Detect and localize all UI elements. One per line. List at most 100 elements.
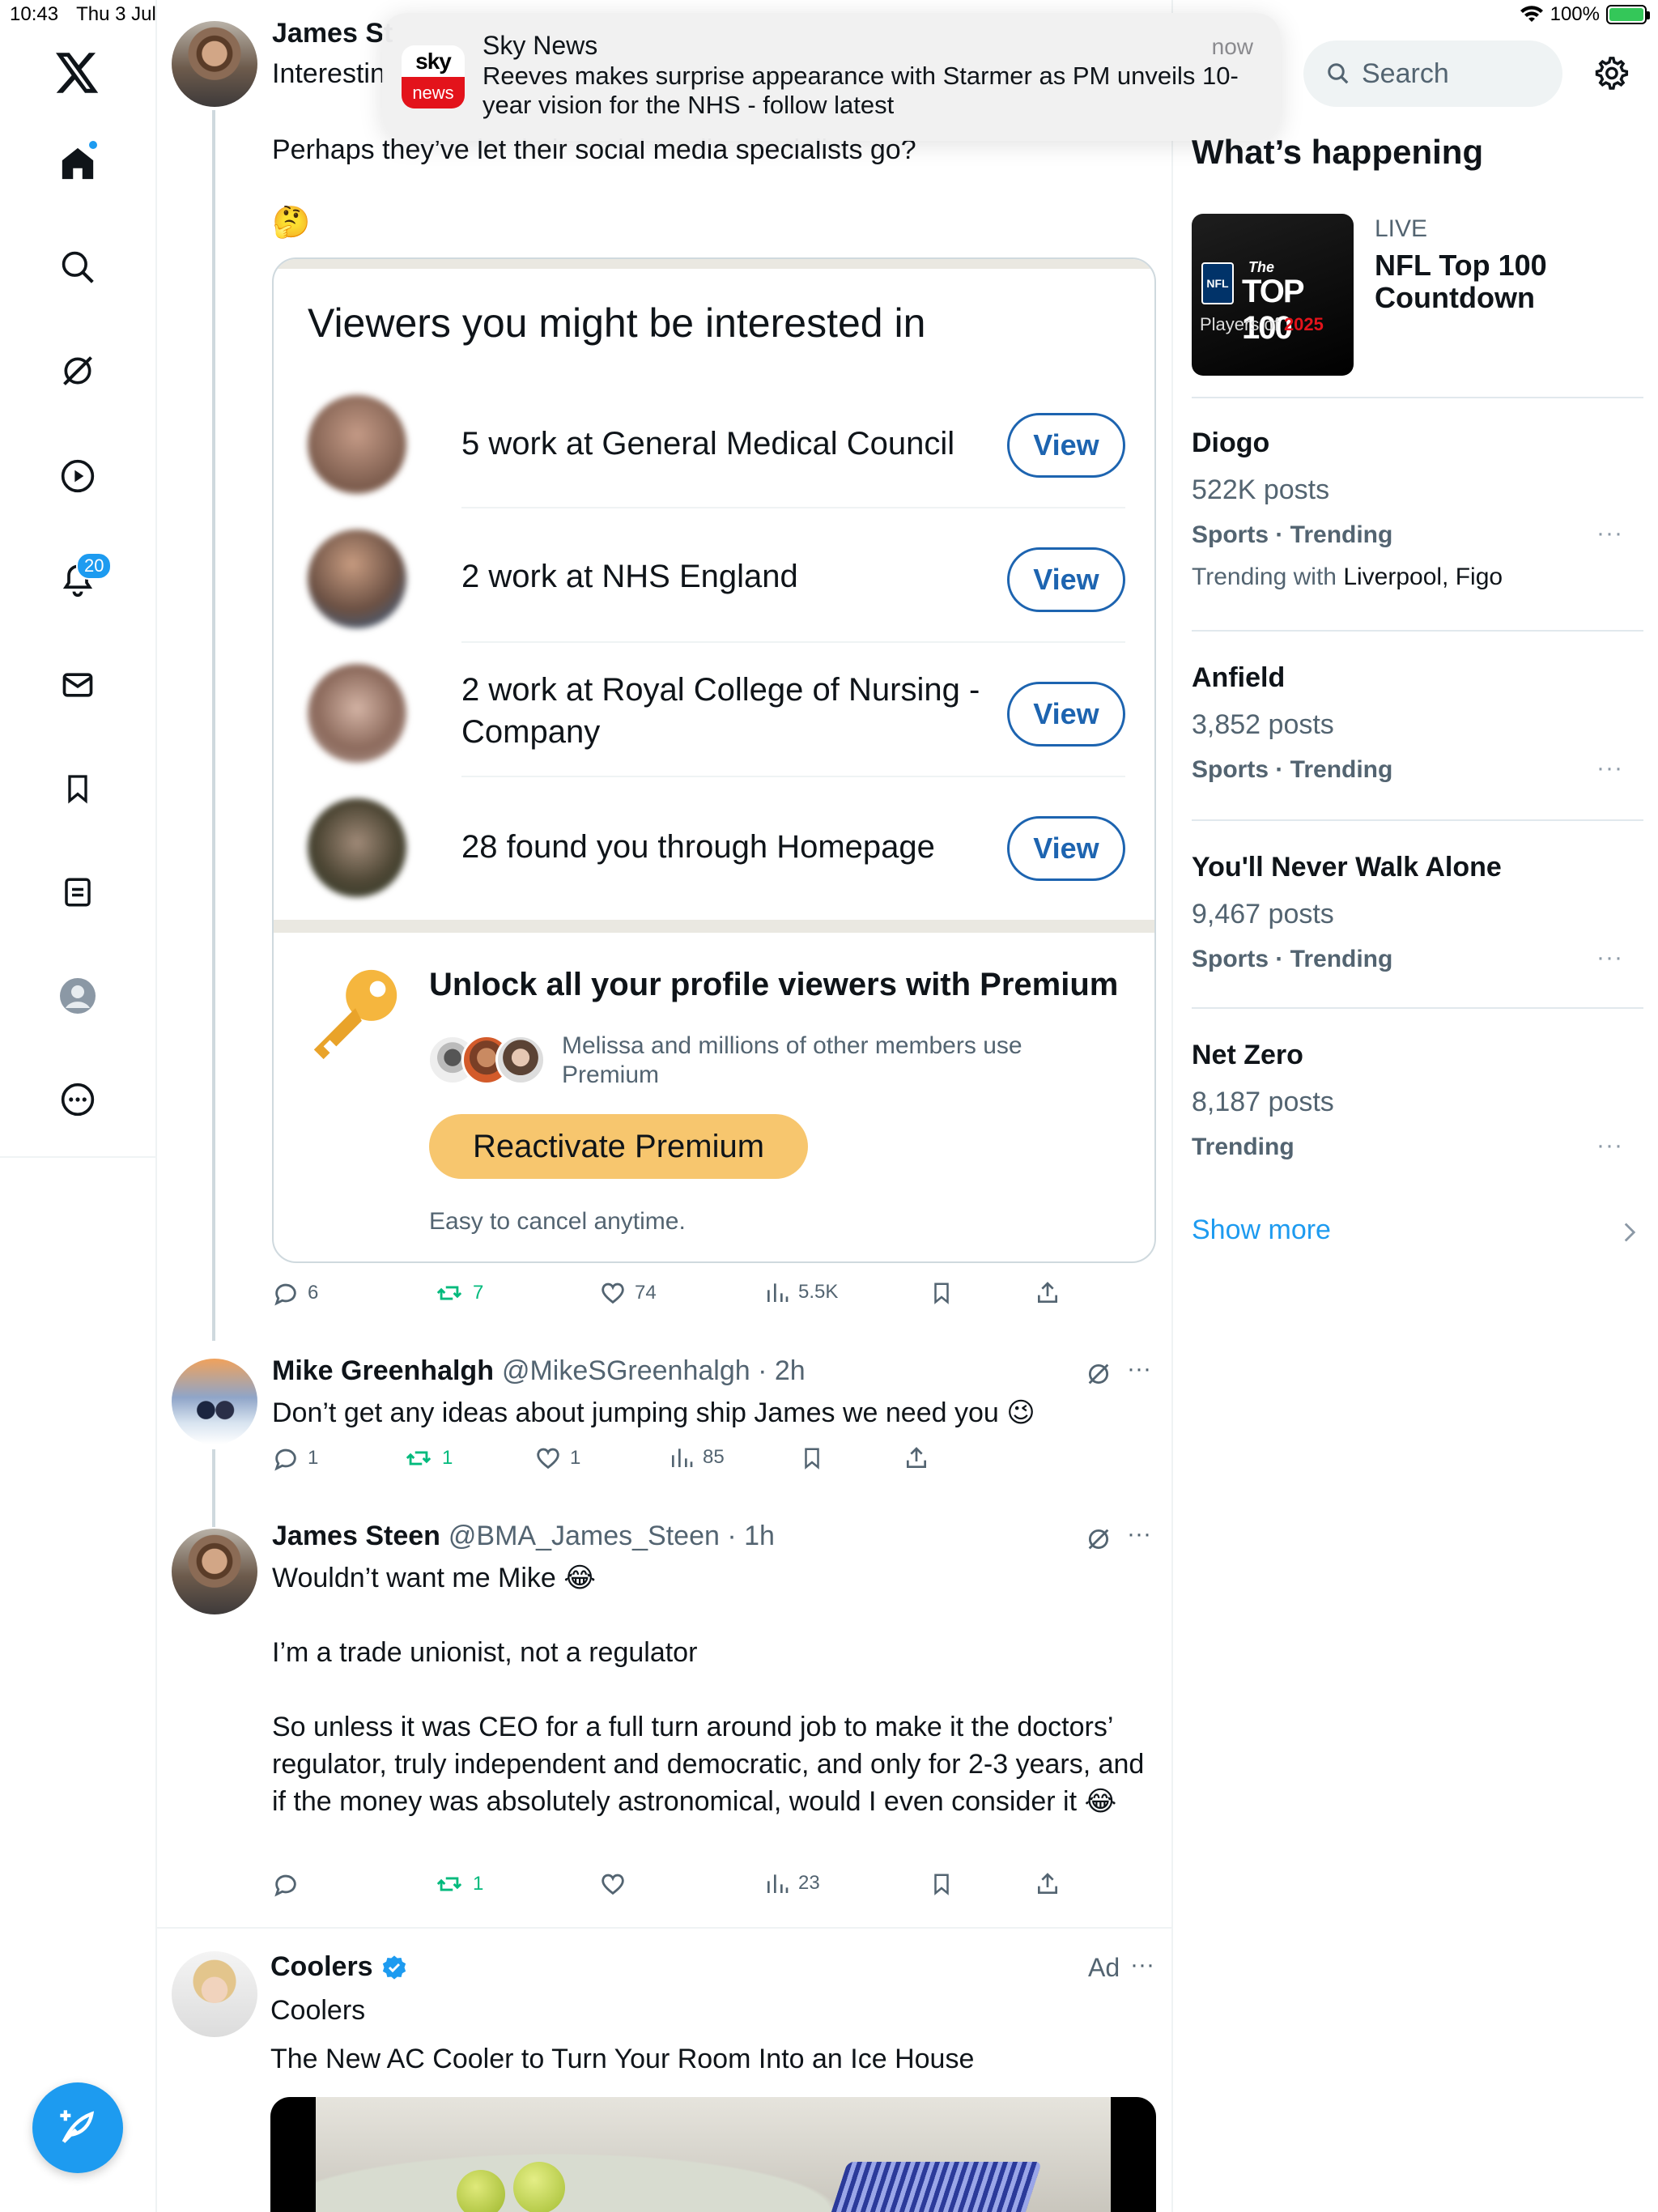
- heart-icon: [537, 1448, 559, 1470]
- trend-title[interactable]: Net Zero: [1192, 1040, 1303, 1071]
- post-more-icon[interactable]: ···: [1127, 1355, 1151, 1383]
- push-notification[interactable]: sky news Sky News now Reeves makes surpr…: [382, 13, 1281, 141]
- repost-action[interactable]: 1: [434, 1870, 483, 1898]
- left-column-divider: [155, 0, 157, 2212]
- reply-author-name[interactable]: Mike Greenhalgh: [272, 1355, 494, 1387]
- trend-more-icon[interactable]: ···: [1596, 1132, 1623, 1159]
- grok-icon[interactable]: [1085, 1360, 1112, 1388]
- grok-icon[interactable]: [1085, 1525, 1112, 1553]
- notification-time: now: [1211, 34, 1253, 59]
- repost-action[interactable]: 1: [403, 1444, 453, 1472]
- views-count: 85: [703, 1446, 725, 1468]
- author-avatar[interactable]: [172, 21, 257, 107]
- video-play-icon[interactable]: [53, 452, 102, 500]
- bookmarks-icon[interactable]: [53, 764, 102, 813]
- trend-title[interactable]: Anfield: [1192, 662, 1285, 694]
- viewer-row[interactable]: 28 found you through Homepage View: [308, 777, 1125, 912]
- nfl-live-thumbnail[interactable]: NFL The TOP 100 Players of 2025: [1192, 214, 1354, 376]
- chevron-right-icon[interactable]: [1622, 1221, 1637, 1244]
- views-count: 23: [798, 1872, 820, 1894]
- reply-author-handle[interactable]: @BMA_James_Steen · 1h: [449, 1521, 775, 1552]
- share-action[interactable]: [1035, 1870, 1061, 1898]
- card-top-bar: [274, 259, 1154, 269]
- reply-header: James Steen @BMA_James_Steen · 1h: [272, 1521, 775, 1552]
- like-action[interactable]: 74: [599, 1279, 657, 1307]
- ad-account-name[interactable]: Coolers: [270, 1951, 373, 1983]
- post-more-icon[interactable]: ···: [1130, 1951, 1154, 1979]
- share-action[interactable]: [903, 1444, 929, 1472]
- reply-author-name[interactable]: James Steen: [272, 1521, 440, 1552]
- repost-icon: [436, 1877, 462, 1891]
- views-action[interactable]: 5.5K: [764, 1279, 838, 1305]
- trend-more-icon[interactable]: ···: [1596, 944, 1623, 972]
- reply-action[interactable]: [272, 1870, 300, 1898]
- like-action[interactable]: 1: [534, 1444, 580, 1472]
- explore-search-icon[interactable]: [53, 243, 102, 291]
- post-more-icon[interactable]: ···: [1127, 1521, 1151, 1548]
- like-count: 74: [635, 1282, 657, 1304]
- compose-post-button[interactable]: [32, 2082, 123, 2173]
- trend-category: Trending: [1192, 1134, 1295, 1160]
- reply-header: Mike Greenhalgh @MikeSGreenhalgh · 2h: [272, 1355, 806, 1387]
- x-logo-icon[interactable]: [53, 49, 102, 97]
- repost-count: 7: [473, 1282, 484, 1304]
- lists-icon[interactable]: [53, 868, 102, 917]
- trend-post-count: 522K posts: [1192, 474, 1330, 505]
- share-action[interactable]: [1035, 1279, 1061, 1307]
- notification-app-name: Sky News: [483, 31, 598, 60]
- settings-gear-icon[interactable]: [1592, 55, 1629, 92]
- home-icon[interactable]: [53, 139, 102, 188]
- reply-avatar[interactable]: [172, 1359, 257, 1444]
- trend-title[interactable]: Diogo: [1192, 428, 1269, 459]
- trend-category: Sports · Trending: [1192, 756, 1393, 783]
- more-options-icon[interactable]: [53, 1075, 102, 1124]
- post-author-name[interactable]: James St: [272, 18, 393, 49]
- profile-avatar-icon[interactable]: [53, 972, 102, 1020]
- view-button[interactable]: View: [1007, 816, 1125, 881]
- messages-envelope-icon[interactable]: [53, 661, 102, 709]
- trend-divider: [1192, 630, 1643, 632]
- views-action[interactable]: 85: [669, 1444, 725, 1470]
- nav-divider: [0, 1156, 155, 1158]
- repost-icon: [436, 1286, 462, 1300]
- grok-icon[interactable]: [53, 347, 102, 395]
- viewer-row[interactable]: 5 work at General Medical Council View: [308, 374, 1125, 508]
- trend-more-icon[interactable]: ···: [1596, 520, 1623, 547]
- ad-avatar[interactable]: [172, 1951, 257, 2037]
- bookmark-action[interactable]: [929, 1870, 954, 1898]
- status-time: 10:43: [10, 3, 59, 25]
- trending-with-names[interactable]: Liverpool, Figo: [1343, 564, 1503, 590]
- reply-author-handle[interactable]: @MikeSGreenhalgh · 2h: [502, 1355, 806, 1387]
- view-button[interactable]: View: [1007, 413, 1125, 478]
- reply-action[interactable]: 6: [272, 1279, 318, 1307]
- search-input[interactable]: Search: [1303, 40, 1562, 107]
- view-button[interactable]: View: [1007, 547, 1125, 612]
- trending-with-label: Trending with: [1192, 564, 1344, 590]
- bookmark-action[interactable]: [929, 1279, 954, 1307]
- viewer-row[interactable]: 2 work at NHS England View: [308, 508, 1125, 643]
- viewer-row[interactable]: 2 work at Royal College of Nursing - Com…: [308, 643, 1125, 777]
- sky-logo-bottom: news: [402, 77, 465, 108]
- bookmark-action[interactable]: [800, 1444, 824, 1472]
- trend-category: Sports · Trending: [1192, 521, 1393, 548]
- ad-media[interactable]: [270, 2097, 1156, 2212]
- reply-avatar[interactable]: [172, 1529, 257, 1614]
- like-action[interactable]: [599, 1870, 627, 1898]
- reply-action[interactable]: 1: [272, 1444, 318, 1472]
- right-column-divider: [1171, 0, 1173, 2212]
- view-button[interactable]: View: [1007, 682, 1125, 747]
- trend-title[interactable]: You'll Never Walk Alone: [1192, 852, 1502, 883]
- blurred-avatar: [308, 798, 406, 897]
- ad-image-device: [827, 2162, 1042, 2212]
- trend-more-icon[interactable]: ···: [1596, 755, 1623, 782]
- reactivate-premium-button[interactable]: Reactivate Premium: [429, 1114, 808, 1179]
- cancel-anytime-note: Easy to cancel anytime.: [429, 1208, 686, 1235]
- repost-count: 1: [473, 1873, 484, 1895]
- show-more-link[interactable]: Show more: [1192, 1214, 1331, 1246]
- views-chart-icon: [767, 1283, 789, 1302]
- repost-action[interactable]: 7: [434, 1279, 483, 1307]
- views-action[interactable]: 23: [764, 1870, 820, 1896]
- viewer-row-label: 2 work at NHS England: [461, 559, 798, 594]
- live-title[interactable]: NFL Top 100 Countdown: [1375, 249, 1585, 314]
- notifications-bell-icon[interactable]: 20: [53, 552, 113, 604]
